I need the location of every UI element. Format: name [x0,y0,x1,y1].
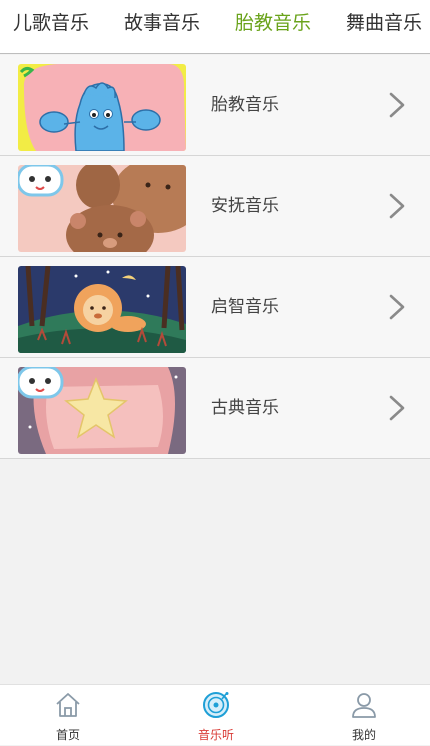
star-pillow-thumbnail [18,367,186,454]
nav-profile-label: 我的 [351,728,376,742]
tab-dance-music[interactable]: 舞曲音乐 [346,0,422,46]
chevron-right-icon [389,294,405,320]
nav-music-label: 音乐听 [197,728,234,742]
tab-prenatal-music[interactable]: 胎教音乐 [235,0,311,46]
list-item-prenatal-music[interactable]: 胎教音乐 [0,55,430,156]
tab-story-music[interactable]: 故事音乐 [124,0,200,46]
nav-home[interactable]: 首页 [23,685,113,746]
list-item-label: 古典音乐 [211,398,279,418]
chevron-right-icon [389,395,405,421]
home-icon [56,693,80,717]
list-item-label: 安抚音乐 [211,196,279,216]
blue-monster-thumbnail [18,64,186,151]
music-category-list: 胎教音乐 安抚音乐 启智音乐 古典音乐 [0,55,430,459]
list-item-label: 胎教音乐 [211,95,279,115]
bottom-navigation: 首页 音乐听 我的 [0,684,430,745]
user-icon [352,693,376,718]
chevron-right-icon [389,193,405,219]
list-item-soothing-music[interactable]: 安抚音乐 [0,156,430,257]
list-item-label: 启智音乐 [211,297,279,317]
tab-children-songs[interactable]: 儿歌音乐 [13,0,89,46]
nav-home-label: 首页 [55,728,80,742]
list-item-intellect-music[interactable]: 启智音乐 [0,257,430,358]
list-item-classical-music[interactable]: 古典音乐 [0,358,430,459]
chevron-right-icon [389,92,405,118]
lion-forest-thumbnail [18,266,186,353]
category-tab-bar: 儿歌音乐 故事音乐 胎教音乐 舞曲音乐 [0,0,430,54]
nav-music[interactable]: 音乐听 [171,685,261,746]
nav-profile[interactable]: 我的 [319,685,409,746]
teddy-bears-thumbnail [18,165,186,252]
music-disc-icon [203,692,229,718]
